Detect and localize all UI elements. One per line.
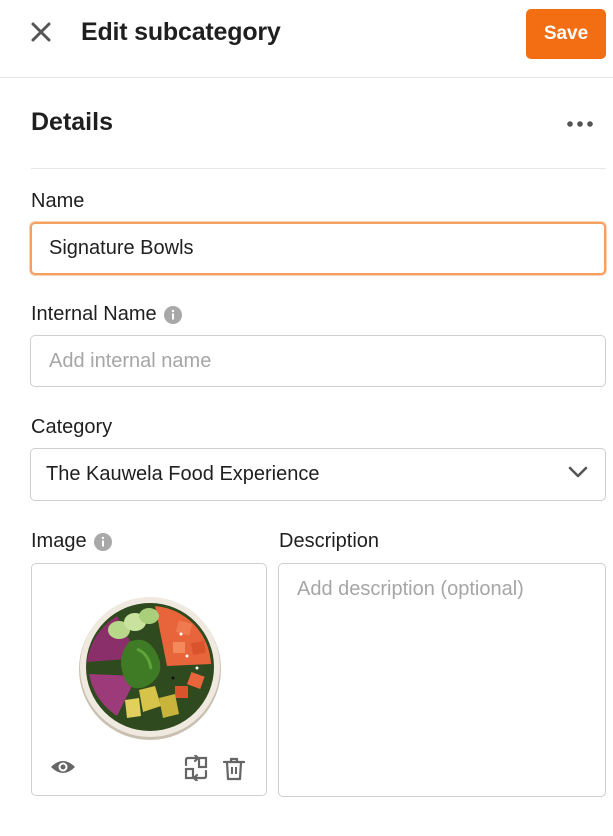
image-label-text: Image: [31, 530, 87, 552]
save-button[interactable]: Save: [526, 9, 606, 59]
section-title-details: Details: [31, 108, 113, 136]
name-input[interactable]: [30, 222, 606, 275]
section-divider: [31, 168, 606, 169]
close-icon: [30, 21, 52, 48]
delete-image-button[interactable]: [222, 757, 246, 786]
description-label: Description: [279, 530, 379, 553]
info-icon[interactable]: [163, 305, 182, 324]
more-options-button[interactable]: [564, 113, 596, 133]
trash-icon: [222, 757, 246, 786]
subcategory-image: [79, 597, 221, 740]
header: Edit subcategory Save: [0, 0, 613, 78]
category-selected-value: The Kauwela Food Experience: [46, 463, 320, 485]
replace-icon: [183, 753, 209, 786]
category-label-text: Category: [31, 416, 113, 438]
info-icon[interactable]: [93, 532, 112, 551]
chevron-down-icon: [568, 465, 588, 484]
category-select[interactable]: The Kauwela Food Experience: [30, 448, 606, 501]
image-label: Image: [31, 530, 112, 553]
eye-icon: [50, 758, 76, 781]
close-button[interactable]: [28, 21, 54, 47]
name-label-text: Name: [31, 190, 85, 212]
name-label: Name: [31, 190, 84, 213]
page-title: Edit subcategory: [81, 18, 281, 46]
description-label-text: Description: [279, 530, 380, 552]
description-textarea[interactable]: [278, 563, 606, 797]
category-label: Category: [31, 416, 112, 439]
more-horizontal-icon: [567, 114, 593, 132]
image-upload-box[interactable]: [31, 563, 267, 796]
replace-image-button[interactable]: [183, 753, 209, 786]
internal-name-input[interactable]: [30, 335, 606, 387]
internal-name-label-text: Internal Name: [31, 303, 157, 325]
internal-name-label: Internal Name: [31, 303, 182, 326]
preview-button[interactable]: [50, 760, 76, 778]
